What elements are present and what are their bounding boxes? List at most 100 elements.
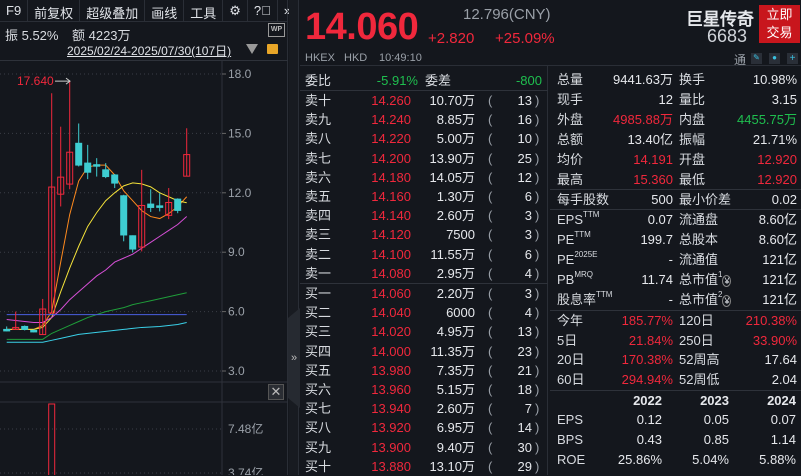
- stat-value: 13.40亿: [627, 132, 673, 147]
- candle-body: [30, 329, 38, 333]
- candle-body: [129, 235, 137, 250]
- trade-now-button[interactable]: 立即交易: [759, 5, 800, 43]
- add-icon[interactable]: +: [787, 53, 798, 64]
- order-book-row[interactable]: 卖九 14.240 8.85万 ( 16 ): [300, 110, 548, 129]
- stat-value: 15.360: [633, 172, 673, 187]
- toolbar-f9[interactable]: F9: [0, 0, 29, 21]
- quote-header: 14.060 12.796(CNY) +2.820 +25.09% 巨星传奇 6…: [300, 0, 801, 67]
- order-book-row[interactable]: 卖六 14.180 14.05万 ( 12 ): [300, 168, 548, 187]
- fin-year-header: 2022: [633, 393, 662, 408]
- order-book-row[interactable]: 买十 13.880 13.10万 ( 29 ): [300, 457, 548, 476]
- toolbar-adjust[interactable]: 前复权: [28, 0, 81, 21]
- stat-value: 17.64: [764, 352, 797, 367]
- order-book-row[interactable]: 卖二 14.100 11.55万 ( 6 ): [300, 245, 548, 264]
- level-count: 14: [517, 420, 532, 436]
- date-range-link[interactable]: 2025/02/24-2025/07/30(107日): [67, 42, 231, 59]
- price-change: +2.820: [428, 30, 475, 47]
- order-book-row[interactable]: 卖一 14.080 2.95万 ( 4 ): [300, 264, 548, 283]
- stat-row: PBMRQ 11.74 总市值1¥ 121亿: [550, 270, 801, 289]
- stat-value: 12.920: [757, 152, 797, 167]
- stat-value: 4985.88万: [613, 112, 673, 127]
- order-book-row[interactable]: 卖三 14.120 7500 ( 3 ): [300, 225, 548, 244]
- stat-label: 开盘: [679, 152, 706, 167]
- dropdown-triangle-icon[interactable]: [246, 44, 258, 54]
- stat-value: 9441.63万: [613, 72, 673, 87]
- level-price: 14.060: [371, 286, 411, 301]
- stat-label: 总量: [557, 72, 584, 87]
- level-count: 6: [524, 189, 532, 204]
- order-book-row[interactable]: 买五 13.980 7.35万 ( 21 ): [300, 361, 548, 380]
- candle-body: [102, 169, 110, 178]
- fin-value: 5.04%: [692, 452, 729, 467]
- question-icon[interactable]: ?⃝: [248, 0, 278, 21]
- level-count: 25: [517, 150, 532, 166]
- moving-average-line: [6, 216, 188, 323]
- level-price: 14.140: [371, 208, 411, 224]
- stat-row: 均价 14.191 开盘 12.920: [550, 150, 801, 169]
- order-book-row[interactable]: 卖八 14.220 5.00万 ( 10 ): [300, 129, 548, 148]
- stat-label: 总额: [557, 132, 584, 147]
- gear-icon[interactable]: ⚙: [223, 0, 248, 21]
- stat-label: 120日: [679, 313, 714, 328]
- candle-body: [120, 195, 128, 236]
- level-count: 13: [517, 324, 532, 340]
- candle-body: [156, 205, 164, 208]
- order-book-row[interactable]: 买一 14.060 2.20万 ( 3 ): [300, 284, 548, 303]
- stat-label: 流通值: [679, 252, 719, 267]
- stat-value: 21.71%: [752, 132, 797, 147]
- stat-value: 2.04: [771, 371, 797, 387]
- level-count: 23: [517, 343, 532, 359]
- bell-icon[interactable]: ●: [769, 53, 780, 64]
- order-book-row[interactable]: 卖十 14.260 10.70万 ( 13 ): [300, 91, 548, 110]
- stat-label: 均价: [557, 152, 584, 167]
- order-book-row[interactable]: 买三 14.020 4.95万 ( 13 ): [300, 322, 548, 341]
- fin-year-header: 2023: [700, 393, 729, 408]
- stat-value: 4455.75万: [737, 112, 797, 127]
- level-label: 卖二: [305, 246, 332, 262]
- order-book-row[interactable]: 买九 13.900 9.40万 ( 30 ): [300, 438, 548, 457]
- edit-icon[interactable]: ✎: [751, 53, 762, 64]
- wp-badge-icon[interactable]: WP: [268, 23, 285, 37]
- stat-label: 总股本: [679, 232, 719, 247]
- level-price: 13.960: [371, 382, 411, 397]
- level-price: 14.040: [371, 305, 411, 321]
- level-price: 14.080: [371, 265, 411, 281]
- level-volume: 4.95万: [436, 324, 475, 340]
- order-book-row[interactable]: 卖五 14.160 1.30万 ( 6 ): [300, 187, 548, 206]
- order-book-row[interactable]: 卖七 14.200 13.90万 ( 25 ): [300, 149, 548, 168]
- toolbar-overlay[interactable]: 超级叠加: [80, 0, 146, 21]
- stat-value: 33.90%: [752, 332, 797, 348]
- candle-body: [3, 328, 11, 332]
- level-label: 买三: [305, 324, 332, 340]
- stat-row: 总量 9441.63万 换手 10.98%: [550, 70, 801, 89]
- stat-label: PETTM: [557, 230, 591, 247]
- level-count: 13: [517, 93, 532, 108]
- toolbar-draw[interactable]: 画线: [145, 0, 185, 21]
- level-volume: 2.95万: [436, 265, 475, 281]
- stat-label: EPSTTM: [557, 210, 600, 227]
- candlestick-chart[interactable]: 18.0 15.0 12.0 9.0 6.0 3.0 17.640 7.48亿 3.74亿: [0, 61, 288, 475]
- level-price: 14.160: [371, 189, 411, 204]
- level-count: 3: [524, 208, 532, 224]
- order-book-row[interactable]: 买二 14.040 6000 ( 4 ): [300, 303, 548, 322]
- level-count: 3: [524, 227, 532, 243]
- close-icon[interactable]: ✕: [268, 384, 284, 400]
- stat-value: 121亿: [762, 252, 797, 267]
- order-book-row[interactable]: 买四 14.000 11.35万 ( 23 ): [300, 342, 548, 361]
- collapse-panel-button[interactable]: »: [288, 308, 300, 408]
- stat-row: 外盘 4985.88万 内盘 4455.75万: [550, 110, 801, 129]
- order-book-row[interactable]: 买七 13.940 2.60万 ( 7 ): [300, 399, 548, 418]
- stat-row: 60日 294.94% 52周低 2.04: [550, 370, 801, 389]
- order-book-row[interactable]: 卖四 14.140 2.60万 ( 3 ): [300, 206, 548, 225]
- level-count: 6: [524, 246, 532, 262]
- order-book-row[interactable]: 买八 13.920 6.95万 ( 14 ): [300, 418, 548, 437]
- toolbar-tools[interactable]: 工具: [184, 0, 224, 21]
- level-count: 18: [517, 382, 532, 397]
- order-book-row[interactable]: 买六 13.960 5.15万 ( 18 ): [300, 380, 548, 399]
- amplitude-text: 振 5.52%: [5, 28, 59, 43]
- level-price: 14.020: [371, 324, 411, 340]
- stat-label: 60日: [557, 371, 585, 387]
- unlock-icon[interactable]: [267, 44, 278, 54]
- stat-value: 10.98%: [752, 72, 797, 87]
- stat-value: 185.77%: [621, 313, 673, 328]
